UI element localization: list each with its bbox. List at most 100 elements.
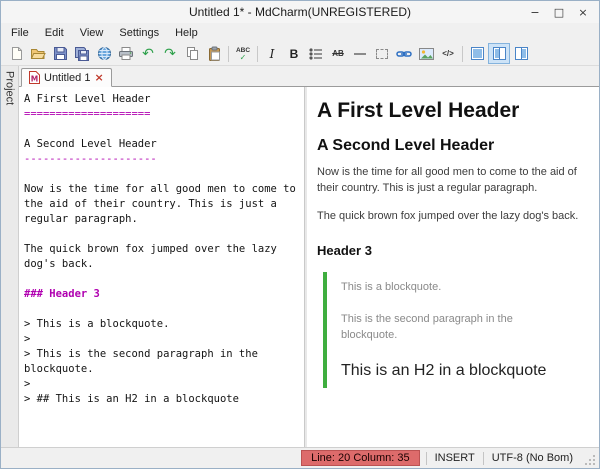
menu-help[interactable]: Help — [167, 23, 206, 42]
window-title: Untitled 1* - MdCharm(UNREGISTERED) — [1, 5, 599, 19]
status-bar: Line: 20 Column: 35 INSERT UTF-8 (No Bom… — [1, 447, 599, 468]
blockquote-h2: This is an H2 in a blockquote — [341, 362, 549, 380]
preview-h3: Header 3 — [317, 243, 589, 258]
print-button[interactable] — [115, 43, 137, 64]
link-button[interactable] — [393, 43, 415, 64]
maximize-icon: □ — [554, 6, 564, 19]
table-icon — [376, 49, 388, 59]
editor-line — [24, 302, 302, 317]
minimize-button[interactable]: − — [523, 3, 547, 21]
resize-grip[interactable] — [585, 455, 596, 466]
tab-untitled-1[interactable]: M Untitled 1 × — [21, 68, 112, 87]
minimize-icon: − — [530, 6, 539, 19]
save-icon — [53, 46, 68, 61]
tab-label: Untitled 1 — [44, 72, 90, 84]
editor-line — [24, 167, 302, 182]
toolbar-separator — [462, 46, 463, 62]
redo-icon: ↷ — [164, 47, 176, 61]
save-all-icon — [74, 46, 90, 62]
editor-line: The quick brown fox jumped over the lazy — [24, 242, 302, 257]
bold-button[interactable]: B — [283, 43, 305, 64]
editor-line: > This is a blockquote. — [24, 317, 302, 332]
strikethrough-button[interactable]: AB — [327, 43, 349, 64]
preview-h1: A First Level Header — [317, 99, 589, 123]
toolbar-separator — [228, 46, 229, 62]
editor-line: > ## This is an H2 in a blockquote — [24, 392, 302, 407]
preview-only-view-icon — [515, 47, 528, 60]
code-icon: </> — [442, 49, 454, 58]
preview-pane[interactable]: A First Level Header A Second Level Head… — [307, 87, 599, 447]
svg-text:M: M — [31, 75, 38, 84]
editor-only-view-icon — [471, 47, 484, 60]
encoding-indicator: UTF-8 (No Bom) — [484, 451, 581, 465]
menu-file[interactable]: File — [3, 23, 37, 42]
strikethrough-icon: AB — [332, 49, 344, 58]
copy-icon — [185, 46, 200, 61]
title-bar[interactable]: Untitled 1* - MdCharm(UNREGISTERED) − □ … — [1, 1, 599, 23]
list-icon — [309, 48, 323, 60]
window-controls: − □ × — [523, 3, 599, 21]
copy-button[interactable] — [181, 43, 203, 64]
spell-check-icon: ABC ✓ — [236, 47, 250, 61]
save-all-button[interactable] — [71, 43, 93, 64]
editor-area: M Untitled 1 × A First Level Header ====… — [19, 66, 599, 447]
toolbar-separator — [257, 46, 258, 62]
editor-line: A Second Level Header — [24, 137, 302, 152]
italic-button[interactable]: I — [261, 43, 283, 64]
menu-settings[interactable]: Settings — [111, 23, 167, 42]
editor-line: dog's back. — [24, 257, 302, 272]
mdcharm-file-icon: M — [29, 71, 40, 84]
open-file-button[interactable] — [27, 43, 49, 64]
editor-line — [24, 122, 302, 137]
preview-paragraph: Now is the time for all good men to come… — [317, 165, 589, 197]
view-split-button[interactable] — [488, 43, 510, 64]
paste-clipboard-icon — [207, 46, 222, 62]
spell-check-button[interactable]: ABC ✓ — [232, 43, 254, 64]
open-folder-icon — [30, 46, 46, 61]
cursor-position: Line: 20 Column: 35 — [301, 450, 419, 466]
bold-icon: B — [290, 47, 299, 61]
preview-paragraph: The quick brown fox jumped over the lazy… — [317, 209, 589, 225]
code-button[interactable]: </> — [437, 43, 459, 64]
split-view-icon — [493, 47, 506, 60]
editor-line: > — [24, 332, 302, 347]
menu-bar: File Edit View Settings Help — [1, 23, 599, 42]
menu-edit[interactable]: Edit — [37, 23, 72, 42]
table-button[interactable] — [371, 43, 393, 64]
close-button[interactable]: × — [571, 3, 595, 21]
export-globe-icon — [97, 46, 112, 61]
undo-icon: ↶ — [142, 47, 154, 61]
printer-icon — [118, 46, 134, 61]
italic-icon: I — [270, 47, 275, 61]
editor-line: Now is the time for all good men to come… — [24, 182, 302, 197]
editor-line: A First Level Header — [24, 92, 302, 107]
preview-h2: A Second Level Header — [317, 137, 589, 155]
editor-line — [24, 227, 302, 242]
editor-line: > — [24, 377, 302, 392]
view-editor-button[interactable] — [466, 43, 488, 64]
editor-line: ==================== — [24, 107, 302, 122]
tab-bar: M Untitled 1 × — [19, 66, 599, 86]
undo-button[interactable]: ↶ — [137, 43, 159, 64]
paste-button[interactable] — [203, 43, 225, 64]
editor-line: --------------------- — [24, 152, 302, 167]
markdown-editor[interactable]: A First Level Header ===================… — [19, 87, 304, 447]
save-button[interactable] — [49, 43, 71, 64]
redo-button[interactable]: ↷ — [159, 43, 181, 64]
link-icon — [396, 49, 412, 59]
horizontal-rule-button[interactable] — [349, 43, 371, 64]
split-panes: A First Level Header ===================… — [19, 86, 599, 447]
export-button[interactable] — [93, 43, 115, 64]
maximize-button[interactable]: □ — [547, 3, 571, 21]
editor-line: ### Header 3 — [24, 287, 302, 302]
new-file-button[interactable] — [5, 43, 27, 64]
project-sidebar-tab[interactable]: Project — [1, 66, 19, 447]
view-preview-button[interactable] — [510, 43, 532, 64]
blockquote-paragraph: This is a blockquote. — [341, 280, 549, 296]
image-button[interactable] — [415, 43, 437, 64]
menu-view[interactable]: View — [72, 23, 112, 42]
unordered-list-button[interactable] — [305, 43, 327, 64]
project-label: Project — [4, 71, 16, 105]
new-file-icon — [9, 46, 24, 61]
tab-close-icon[interactable]: × — [94, 71, 103, 84]
